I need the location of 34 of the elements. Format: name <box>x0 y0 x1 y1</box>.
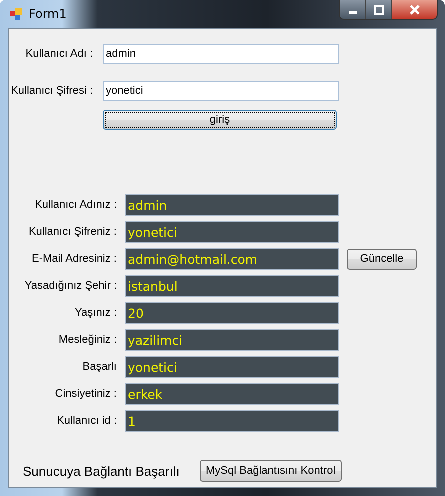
field-label: Mesleğiniz : <box>58 334 117 346</box>
input-field[interactable]: yonetici <box>125 221 339 243</box>
input-field[interactable]: istanbul <box>125 275 339 297</box>
input-field[interactable]: admin@hotmail.com <box>125 248 339 270</box>
input-field[interactable]: admin <box>125 194 339 216</box>
update-button[interactable]: Güncelle <box>347 248 417 270</box>
input-field[interactable]: admin <box>103 44 339 64</box>
field-label: Kullanıcı Adınız : <box>34 199 117 211</box>
maximize-icon <box>372 4 384 14</box>
field-label: Kullanıcı Adı : <box>24 48 93 60</box>
close-icon <box>408 4 420 14</box>
input-field[interactable]: yonetici <box>103 81 339 101</box>
login-button[interactable]: giriş <box>103 110 337 130</box>
input-field[interactable]: 20 <box>125 302 339 324</box>
minimize-button[interactable] <box>340 0 366 19</box>
app-icon <box>9 7 23 21</box>
input-field[interactable]: erkek <box>125 383 339 405</box>
field-label: Kullanıcı Şifresi : <box>10 85 93 97</box>
check-connection-button[interactable]: MySql Bağlantısını Kontrol <box>200 460 342 482</box>
field-label: Kullanıcı Şifreniz : <box>28 226 117 238</box>
maximize-button[interactable] <box>366 0 392 19</box>
field-label: Başarlı <box>82 361 117 373</box>
field-label: Yaşınız : <box>74 307 117 319</box>
input-field[interactable]: 1 <box>125 410 339 432</box>
close-button[interactable] <box>392 0 437 19</box>
field-label: E-Mail Adresiniz : <box>31 253 117 265</box>
status-text: Sunucuya Bağlantı Başarılı <box>23 464 180 478</box>
field-label: Cinsiyetiniz : <box>54 388 117 400</box>
field-label: Kullanıcı id : <box>56 415 117 427</box>
field-label: Yasadığınız Şehir : <box>24 280 117 292</box>
window-title: Form1 <box>29 7 67 21</box>
minimize-icon <box>348 11 356 14</box>
input-field[interactable]: yazilimci <box>125 329 339 351</box>
input-field[interactable]: yonetici <box>125 356 339 378</box>
